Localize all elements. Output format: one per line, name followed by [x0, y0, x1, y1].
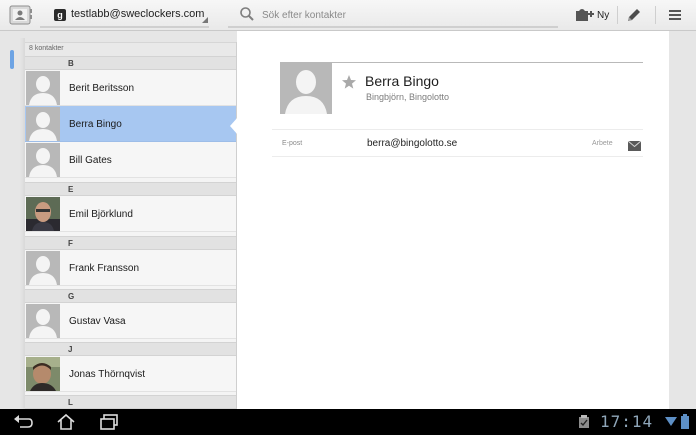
section-letter: B — [68, 59, 74, 68]
email-kind-label: E-post — [282, 140, 303, 147]
contact-row[interactable]: Berit Beritsson — [25, 70, 236, 106]
pencil-icon — [628, 9, 640, 21]
star-icon[interactable] — [341, 74, 357, 90]
contact-name: Gustav Vasa — [69, 316, 126, 327]
dropdown-caret-icon — [202, 17, 208, 23]
contact-count: 8 kontakter — [29, 45, 64, 52]
section-header-f: F — [25, 236, 236, 250]
fast-scroll-thumb[interactable] — [10, 50, 14, 69]
contact-name: Frank Fransson — [69, 263, 140, 274]
section-letter: F — [68, 239, 73, 248]
clipboard-icon — [577, 415, 599, 433]
mail-icon[interactable] — [627, 138, 642, 151]
right-gutter — [669, 31, 696, 409]
contact-name: Emil Björklund — [69, 209, 133, 220]
overflow-menu-button[interactable] — [664, 5, 686, 25]
search-input[interactable] — [262, 6, 552, 24]
contacts-app-icon[interactable] — [9, 4, 33, 26]
section-letter: G — [68, 292, 75, 301]
detail-avatar[interactable] — [280, 62, 332, 114]
section-header-b: B — [25, 56, 236, 70]
menu-icon — [669, 10, 681, 20]
section-header-j: J — [25, 342, 236, 356]
contact-detail-panel: Berra Bingo Bingbjörn, Bingolotto E-post… — [237, 31, 669, 409]
section-header-e: E — [25, 182, 236, 196]
default-avatar — [26, 251, 60, 285]
contact-photo — [26, 357, 60, 391]
contact-row[interactable]: Jonas Thörnqvist — [25, 356, 236, 392]
recent-apps-icon[interactable] — [98, 413, 120, 431]
edit-button[interactable] — [624, 5, 644, 25]
section-letter: J — [68, 345, 73, 354]
new-contact-button[interactable]: Ny — [572, 4, 616, 26]
section-letter: E — [68, 185, 74, 194]
section-header-l: L — [25, 395, 236, 409]
contact-list: 8 kontakter B Berit Beritsson Berra Bing… — [25, 42, 237, 409]
header-divider — [332, 62, 643, 63]
contact-name: Berit Beritsson — [69, 83, 135, 94]
section-header-g: G — [25, 289, 236, 303]
contact-name: Bill Gates — [69, 155, 112, 166]
detail-contact-name: Berra Bingo — [365, 73, 439, 89]
contact-row[interactable]: Gustav Vasa — [25, 303, 236, 339]
home-icon[interactable] — [55, 413, 77, 431]
back-icon[interactable] — [12, 413, 34, 431]
contact-photo — [26, 197, 60, 231]
action-bar: g testlabb@sweclockers.com Ny — [0, 0, 696, 31]
email-type-label: Arbete — [592, 140, 613, 147]
email-value[interactable]: berra@bingolotto.se — [367, 138, 457, 149]
add-contact-icon — [576, 9, 594, 21]
contact-row-selected[interactable]: Berra Bingo — [25, 106, 236, 142]
section-letter: L — [68, 398, 73, 407]
new-contact-label: Ny — [597, 10, 610, 21]
fast-scroll-track[interactable] — [9, 47, 15, 407]
default-avatar — [26, 107, 60, 141]
account-selector[interactable]: g testlabb@sweclockers.com — [40, 0, 209, 28]
contact-count-header: 8 kontakter — [25, 42, 236, 56]
google-icon: g — [54, 9, 66, 21]
battery-icon — [680, 414, 696, 432]
selection-pointer — [230, 117, 238, 135]
search-box[interactable] — [228, 0, 558, 28]
search-icon — [239, 6, 255, 22]
divider — [655, 6, 656, 24]
contact-name: Berra Bingo — [69, 119, 122, 130]
contact-row[interactable]: Frank Fransson — [25, 250, 236, 286]
contact-row[interactable]: Emil Björklund — [25, 196, 236, 232]
detail-company: Bingbjörn, Bingolotto — [366, 92, 450, 102]
default-avatar — [26, 304, 60, 338]
system-bar: 17:14 — [0, 409, 696, 435]
contact-name: Jonas Thörnqvist — [69, 369, 145, 380]
email-row[interactable]: E-post berra@bingolotto.se Arbete — [272, 129, 643, 157]
default-avatar — [26, 71, 60, 105]
default-avatar — [26, 143, 60, 177]
account-email: testlabb@sweclockers.com — [71, 8, 205, 20]
divider — [617, 6, 618, 24]
contact-row[interactable]: Bill Gates — [25, 142, 236, 178]
status-clock: 17:14 — [600, 412, 654, 431]
